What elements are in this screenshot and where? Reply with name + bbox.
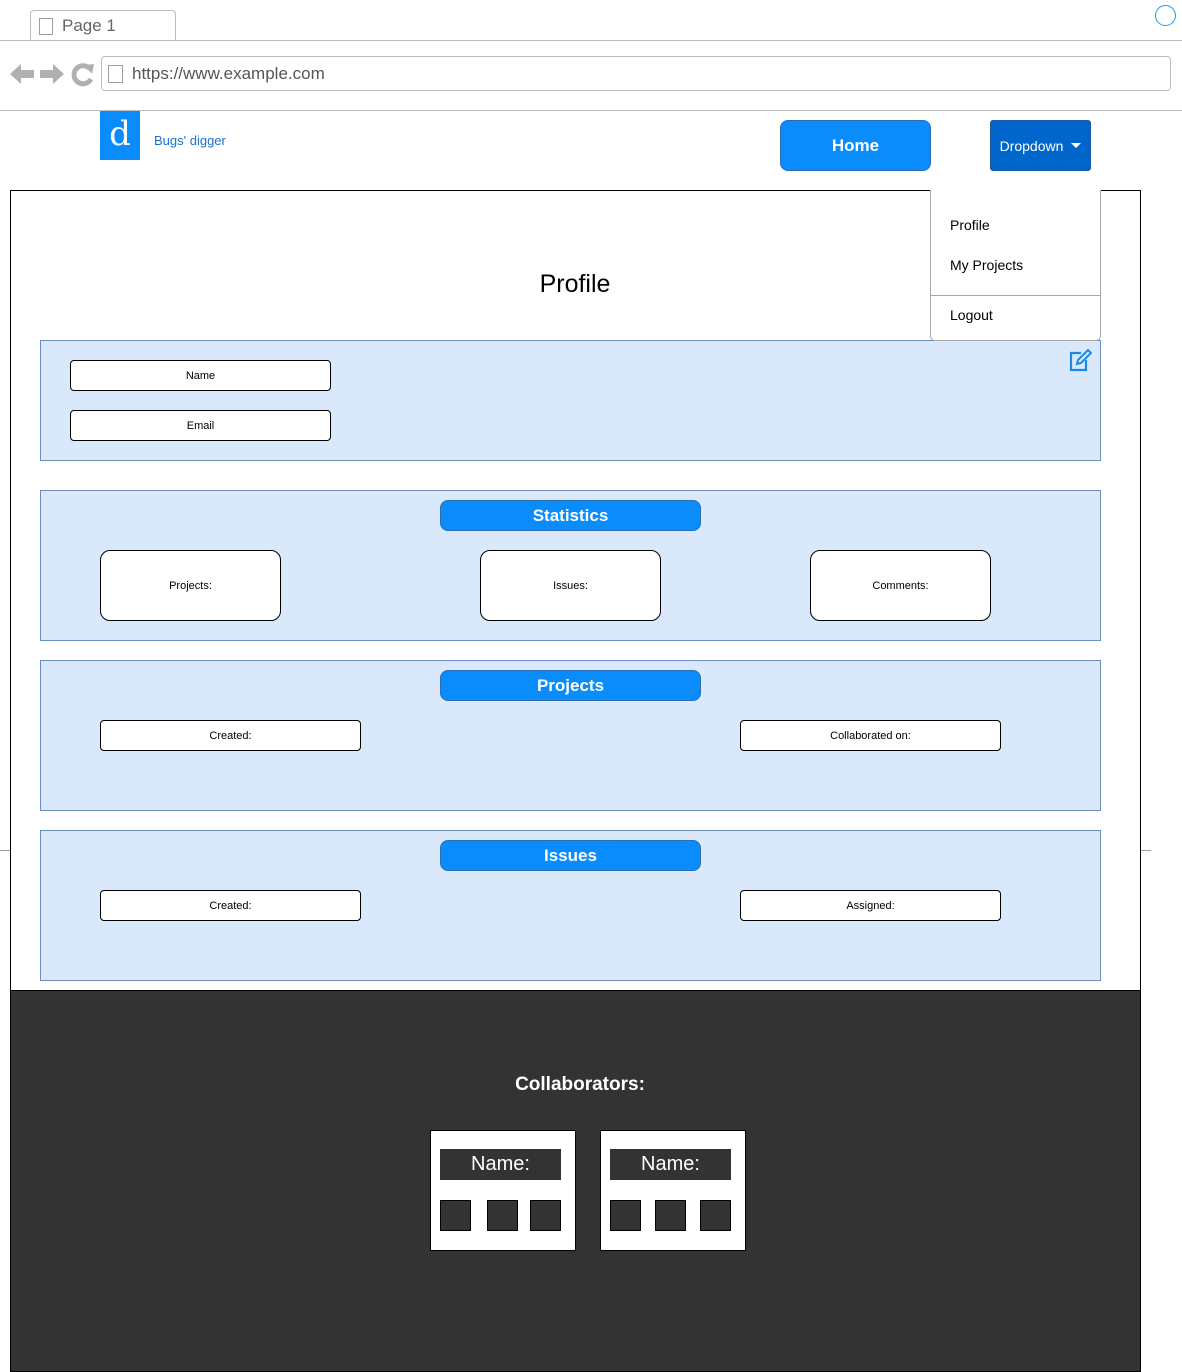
projects-created-field[interactable]: Created: — [100, 720, 361, 751]
dropdown-button[interactable]: Dropdown — [990, 120, 1091, 171]
collaborator-action-icon[interactable] — [440, 1200, 471, 1231]
tab-label: Page 1 — [62, 16, 116, 35]
browser-tab[interactable]: Page 1 — [30, 10, 176, 41]
collaborators-heading: Collaborators: — [515, 1074, 645, 1095]
dropdown-label: Dropdown — [999, 137, 1064, 154]
page-icon — [108, 65, 123, 83]
url-text[interactable]: https://www.example.com — [132, 64, 325, 84]
tab-bar-divider — [0, 40, 1182, 41]
collaborator-action-icon[interactable] — [530, 1200, 561, 1231]
statistics-heading: Statistics — [440, 500, 701, 531]
issues-stat: Issues: — [480, 550, 661, 621]
collaborator-action-icon[interactable] — [610, 1200, 641, 1231]
dropdown-menu: Profile My Projects Logout — [930, 190, 1101, 341]
page-title: Profile — [539, 270, 611, 298]
menu-item-profile[interactable]: Profile — [950, 217, 990, 233]
divider-line — [1141, 850, 1151, 851]
browser-nav-icons — [10, 63, 94, 87]
collaborator-action-icon[interactable] — [655, 1200, 686, 1231]
menu-item-logout[interactable]: Logout — [950, 307, 993, 323]
window-control-icon[interactable] — [1155, 5, 1176, 26]
back-arrow-icon[interactable] — [10, 64, 34, 84]
home-button[interactable]: Home — [780, 120, 931, 171]
email-field[interactable]: Email — [70, 410, 331, 441]
logo[interactable]: d — [100, 111, 140, 160]
brand-link[interactable]: Bugs' digger — [154, 133, 226, 148]
collaborator-name: Name: — [610, 1149, 731, 1180]
menu-divider — [931, 295, 1100, 296]
collaborator-action-icon[interactable] — [487, 1200, 518, 1231]
projects-collaborated-field[interactable]: Collaborated on: — [740, 720, 1001, 751]
menu-item-my-projects[interactable]: My Projects — [950, 257, 1023, 273]
name-field[interactable]: Name — [70, 360, 331, 391]
divider-line — [0, 850, 10, 851]
forward-arrow-icon[interactable] — [40, 64, 64, 84]
collaborator-action-icon[interactable] — [700, 1200, 731, 1231]
user-info-panel — [40, 340, 1101, 461]
collaborator-card[interactable]: Name: — [600, 1130, 746, 1251]
issues-created-field[interactable]: Created: — [100, 890, 361, 921]
collaborator-card[interactable]: Name: — [430, 1130, 576, 1251]
caret-down-icon — [1071, 143, 1082, 148]
reload-icon[interactable] — [71, 63, 94, 87]
comments-stat: Comments: — [810, 550, 991, 621]
edit-icon[interactable] — [1068, 349, 1092, 373]
issues-assigned-field[interactable]: Assigned: — [740, 890, 1001, 921]
chrome-divider — [0, 110, 1182, 111]
page-icon — [39, 18, 53, 35]
projects-heading: Projects — [440, 670, 701, 701]
collaborator-name: Name: — [440, 1149, 561, 1180]
issues-heading: Issues — [440, 840, 701, 871]
address-bar[interactable]: https://www.example.com — [101, 56, 1171, 91]
projects-stat: Projects: — [100, 550, 281, 621]
